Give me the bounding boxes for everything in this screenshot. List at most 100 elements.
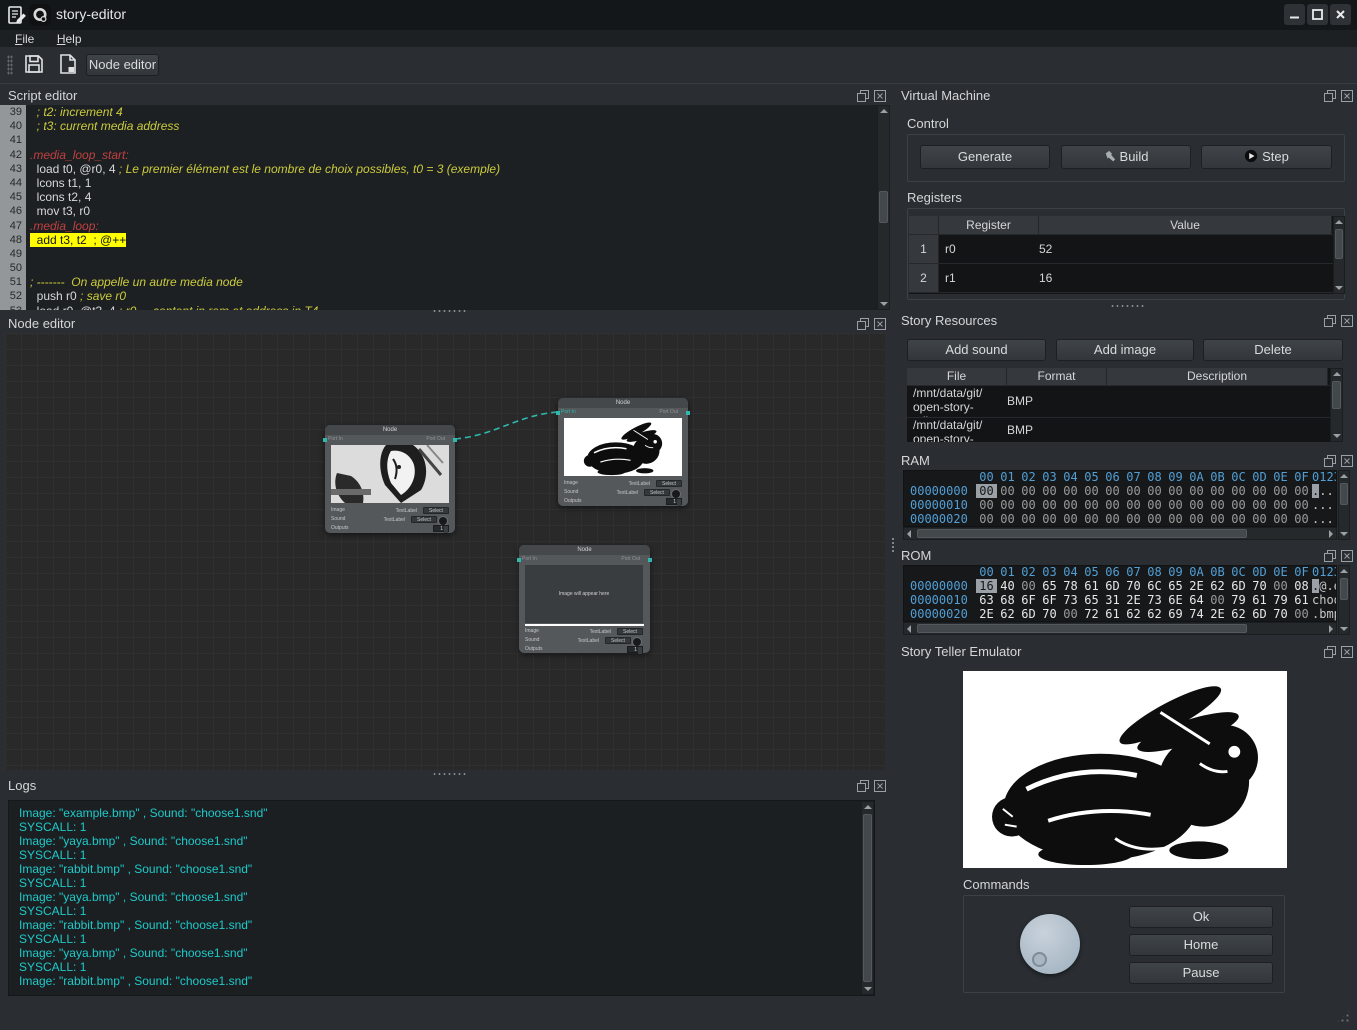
splitter-handle[interactable] bbox=[1110, 304, 1144, 308]
build-button[interactable]: Build bbox=[1061, 145, 1191, 169]
hex-byte[interactable]: 74 bbox=[1186, 607, 1207, 621]
resource-row[interactable]: /mnt/data/git/ open-story-tell…BMP bbox=[907, 386, 1330, 418]
hex-byte[interactable]: 00 bbox=[1018, 512, 1039, 526]
hex-byte[interactable]: 65 bbox=[1165, 579, 1186, 593]
hex-byte[interactable]: 00 bbox=[1207, 512, 1228, 526]
hex-byte[interactable]: 00 bbox=[1039, 484, 1060, 498]
float-panel-icon[interactable] bbox=[857, 90, 869, 102]
select-sound-button[interactable]: Select bbox=[644, 489, 670, 496]
hex-byte[interactable]: 00 bbox=[1123, 512, 1144, 526]
hex-byte[interactable]: 79 bbox=[1270, 593, 1291, 607]
hex-byte[interactable]: 00 bbox=[1102, 484, 1123, 498]
hex-byte[interactable]: 73 bbox=[1060, 593, 1081, 607]
port-in-connector[interactable] bbox=[323, 438, 327, 442]
hex-byte[interactable]: 00 bbox=[1102, 512, 1123, 526]
code-line[interactable]: 43 load t0, @r0, 4 ; Le premier élément … bbox=[0, 162, 877, 176]
hex-byte[interactable]: 64 bbox=[1186, 593, 1207, 607]
hex-byte[interactable]: 61 bbox=[1102, 607, 1123, 621]
hex-byte[interactable]: 00 bbox=[1186, 498, 1207, 512]
float-panel-icon[interactable] bbox=[1324, 550, 1336, 562]
hex-byte[interactable]: 00 bbox=[1018, 579, 1039, 593]
close-button[interactable] bbox=[1330, 4, 1351, 25]
home-button[interactable]: Home bbox=[1129, 934, 1273, 956]
hex-byte[interactable]: 79 bbox=[1228, 593, 1249, 607]
ram-vertical-scrollbar[interactable] bbox=[1338, 470, 1350, 540]
hex-byte[interactable]: 61 bbox=[1249, 593, 1270, 607]
hex-byte[interactable]: 00 bbox=[976, 484, 997, 498]
add-sound-button[interactable]: Add sound bbox=[907, 339, 1046, 361]
add-image-button[interactable]: Add image bbox=[1056, 339, 1194, 361]
step-button[interactable]: Step bbox=[1201, 145, 1332, 169]
close-panel-icon[interactable] bbox=[1341, 646, 1353, 658]
hex-byte[interactable]: 00 bbox=[1165, 512, 1186, 526]
float-panel-icon[interactable] bbox=[857, 780, 869, 792]
splitter-handle[interactable] bbox=[432, 772, 466, 776]
code-line[interactable]: 39 ; t2: increment 4 bbox=[0, 105, 877, 119]
hex-byte[interactable]: 6D bbox=[1102, 579, 1123, 593]
port-out-connector[interactable] bbox=[686, 411, 690, 415]
logs-vertical-scrollbar[interactable] bbox=[861, 801, 874, 995]
hex-byte[interactable]: 62 bbox=[1228, 607, 1249, 621]
close-panel-icon[interactable] bbox=[874, 780, 886, 792]
hex-byte[interactable]: 6E bbox=[1165, 593, 1186, 607]
node-editor-toolbar-button[interactable]: Node editor bbox=[86, 54, 159, 76]
ok-button[interactable]: Ok bbox=[1129, 906, 1273, 928]
hex-byte[interactable]: 00 bbox=[1270, 498, 1291, 512]
hex-byte[interactable]: 00 bbox=[1207, 498, 1228, 512]
outputs-spinbox[interactable]: 1 bbox=[627, 646, 643, 653]
script-code-editor[interactable]: 39 ; t2: increment 440 ; t3: current med… bbox=[0, 105, 877, 310]
close-panel-icon[interactable] bbox=[1341, 90, 1353, 102]
hex-byte[interactable]: 00 bbox=[997, 484, 1018, 498]
code-line[interactable]: 52 push r0 ; save r0 bbox=[0, 289, 877, 303]
hex-byte[interactable]: 00 bbox=[1018, 484, 1039, 498]
hex-byte[interactable]: 65 bbox=[1081, 593, 1102, 607]
pause-button[interactable]: Pause bbox=[1129, 962, 1273, 984]
hex-byte[interactable]: 00 bbox=[1039, 512, 1060, 526]
hex-byte[interactable]: 00 bbox=[997, 498, 1018, 512]
ram-hex-view[interactable]: 000102030405060708090A0B0C0D0E0F01234567… bbox=[903, 470, 1337, 527]
hex-byte[interactable]: 00 bbox=[1165, 484, 1186, 498]
hex-byte[interactable]: 00 bbox=[1207, 484, 1228, 498]
code-line[interactable]: 50 bbox=[0, 261, 877, 275]
registers-table[interactable]: RegisterValue1r0522r116 bbox=[909, 216, 1333, 294]
hex-byte[interactable]: 00 bbox=[1039, 498, 1060, 512]
toolbar-drag-handle[interactable] bbox=[7, 55, 13, 75]
close-panel-icon[interactable] bbox=[1341, 455, 1353, 467]
hex-byte[interactable]: 00 bbox=[1144, 498, 1165, 512]
hex-byte[interactable]: 00 bbox=[1186, 484, 1207, 498]
hex-byte[interactable]: 65 bbox=[1039, 579, 1060, 593]
register-row[interactable]: 1r052 bbox=[909, 235, 1333, 264]
hex-byte[interactable]: 00 bbox=[1186, 512, 1207, 526]
hex-byte[interactable]: 62 bbox=[997, 607, 1018, 621]
minimize-button[interactable] bbox=[1284, 4, 1305, 25]
hex-byte[interactable]: 00 bbox=[1102, 498, 1123, 512]
hex-byte[interactable]: 00 bbox=[997, 512, 1018, 526]
hex-byte[interactable]: 00 bbox=[1207, 593, 1228, 607]
menu-file[interactable]: File bbox=[6, 31, 43, 47]
code-line[interactable]: 42.media_loop_start: bbox=[0, 148, 877, 162]
hex-byte[interactable]: 61 bbox=[1291, 593, 1312, 607]
delete-resource-button[interactable]: Delete bbox=[1203, 339, 1343, 361]
hex-byte[interactable]: 6D bbox=[1228, 579, 1249, 593]
hex-byte[interactable]: 00 bbox=[1060, 484, 1081, 498]
hex-byte[interactable]: 00 bbox=[1270, 579, 1291, 593]
hex-byte[interactable]: 16 bbox=[976, 579, 997, 593]
new-file-button[interactable] bbox=[56, 52, 82, 78]
hex-byte[interactable]: 00 bbox=[1249, 512, 1270, 526]
hex-byte[interactable]: 00 bbox=[1249, 484, 1270, 498]
hex-byte[interactable]: 6F bbox=[1018, 593, 1039, 607]
hex-byte[interactable]: 00 bbox=[1228, 498, 1249, 512]
outputs-spinbox[interactable]: 1 bbox=[666, 498, 682, 505]
hex-byte[interactable]: 00 bbox=[1081, 498, 1102, 512]
splitter-handle[interactable] bbox=[432, 309, 466, 313]
hex-byte[interactable]: 61 bbox=[1081, 579, 1102, 593]
script-editor-vertical-scrollbar[interactable] bbox=[877, 105, 890, 310]
resources-table[interactable]: FileFormatDescription/mnt/data/git/ open… bbox=[907, 368, 1330, 442]
save-button[interactable] bbox=[22, 52, 48, 78]
selection-wheel-dial[interactable] bbox=[1020, 914, 1080, 974]
hex-byte[interactable]: 78 bbox=[1060, 579, 1081, 593]
hex-byte[interactable]: 70 bbox=[1123, 579, 1144, 593]
title-bar[interactable]: story-editor bbox=[0, 0, 1357, 30]
hex-byte[interactable]: 62 bbox=[1144, 607, 1165, 621]
select-image-button[interactable]: Select bbox=[617, 628, 643, 635]
